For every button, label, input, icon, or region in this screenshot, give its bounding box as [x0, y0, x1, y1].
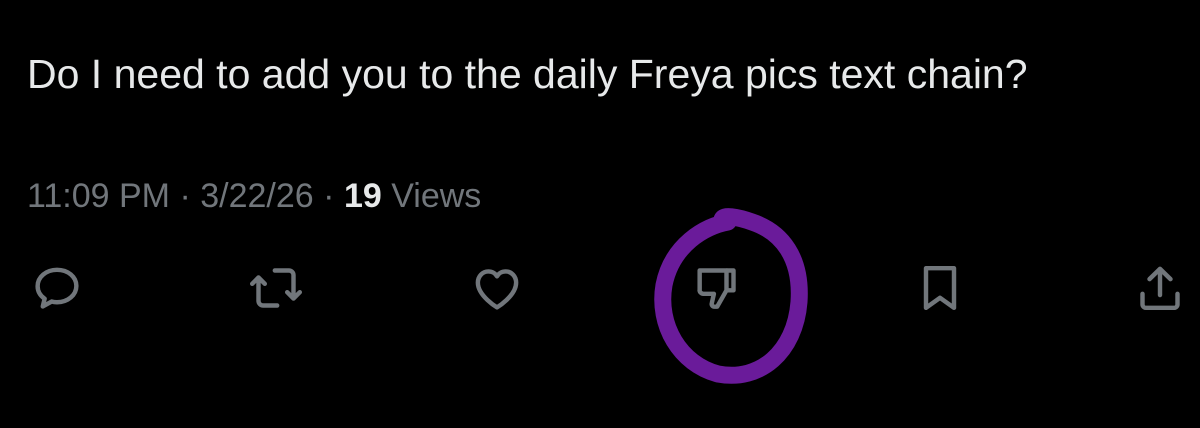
reply-button[interactable] [27, 258, 87, 318]
separator-dot: · [323, 177, 335, 215]
heart-icon [475, 269, 519, 310]
thumbs-down-icon [697, 268, 736, 309]
share-button[interactable] [1130, 258, 1190, 318]
separator-dot: · [179, 177, 191, 215]
tweet-text: Do I need to add you to the daily Freya … [27, 51, 1028, 97]
tweet-metadata: 11:09 PM · 3/22/26 · 19 Views [27, 174, 481, 218]
views-count[interactable]: 19 [344, 177, 382, 215]
action-bar [0, 258, 1200, 318]
dislike-button[interactable] [686, 258, 746, 318]
bookmark-icon [923, 265, 957, 311]
repost-button[interactable] [246, 258, 306, 318]
views-label[interactable]: Views [391, 177, 481, 215]
speech-bubble-icon [35, 267, 79, 309]
share-upload-icon [1140, 266, 1180, 311]
repost-arrows-icon [249, 268, 303, 308]
tweet-time: 11:09 PM [27, 177, 171, 215]
tweet-date: 3/22/26 [200, 177, 314, 215]
bookmark-button[interactable] [910, 258, 970, 318]
like-button[interactable] [467, 258, 527, 318]
